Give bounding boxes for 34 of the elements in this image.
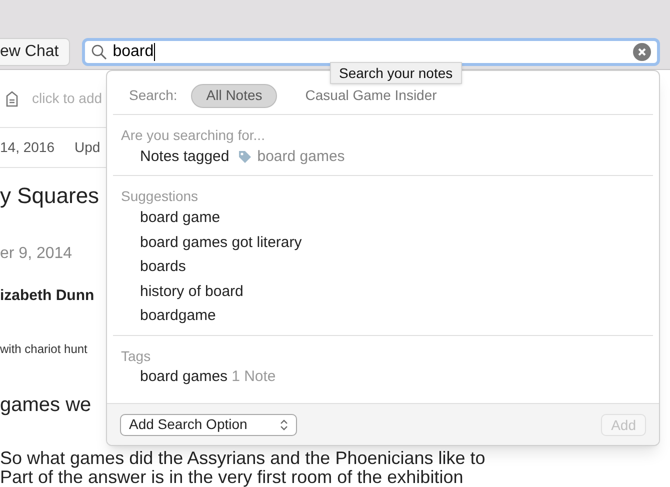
- search-option-select[interactable]: Add Search Option: [120, 414, 297, 436]
- new-chat-button[interactable]: ew Chat: [0, 38, 70, 66]
- tooltip: Search your notes: [330, 62, 462, 84]
- note-author: izabeth Dunn: [0, 286, 94, 306]
- updown-icon: [280, 418, 288, 430]
- search-icon: [90, 44, 107, 60]
- note-title: y Squares: [0, 182, 100, 210]
- tag-name[interactable]: board games: [257, 146, 345, 168]
- search-text: board: [112, 42, 154, 62]
- tag-icon: [237, 149, 254, 165]
- updated-label: Upd: [74, 138, 100, 157]
- created-date: 14, 2016: [0, 138, 54, 157]
- section-heading: Tags: [120, 346, 152, 366]
- body-text: So what games did the Assyrians and the Phoenicians like to: [0, 449, 486, 468]
- image-caption: with chariot hunt: [0, 341, 88, 357]
- suggestion-item[interactable]: board game: [140, 207, 220, 230]
- suggestion-item[interactable]: boards: [140, 256, 186, 278]
- tag-outline-icon: [6, 90, 18, 106]
- suggestion-item[interactable]: history of board: [140, 280, 244, 303]
- body-text: games we: [0, 393, 92, 417]
- scope-tab[interactable]: Casual Game Insider: [291, 84, 451, 108]
- suggestion-item[interactable]: boardgame: [140, 305, 216, 328]
- clear-icon[interactable]: [632, 43, 651, 61]
- suggestion-label[interactable]: Notes tagged: [140, 146, 230, 168]
- section-heading: Suggestions: [120, 187, 200, 206]
- note-date: er 9, 2014: [0, 244, 72, 264]
- note-count: 1 Note: [232, 367, 276, 388]
- suggestion-item[interactable]: board games got literary: [140, 232, 302, 254]
- search-field[interactable]: board: [82, 38, 660, 66]
- scope-tab[interactable]: All Notes: [191, 84, 278, 108]
- section-heading: Are you searching for...: [120, 126, 266, 145]
- body-text: Part of the answer is in the very first room of the exhibition: [0, 468, 464, 487]
- scope-label: Search:: [129, 86, 178, 105]
- tag-item[interactable]: board games: [140, 366, 228, 389]
